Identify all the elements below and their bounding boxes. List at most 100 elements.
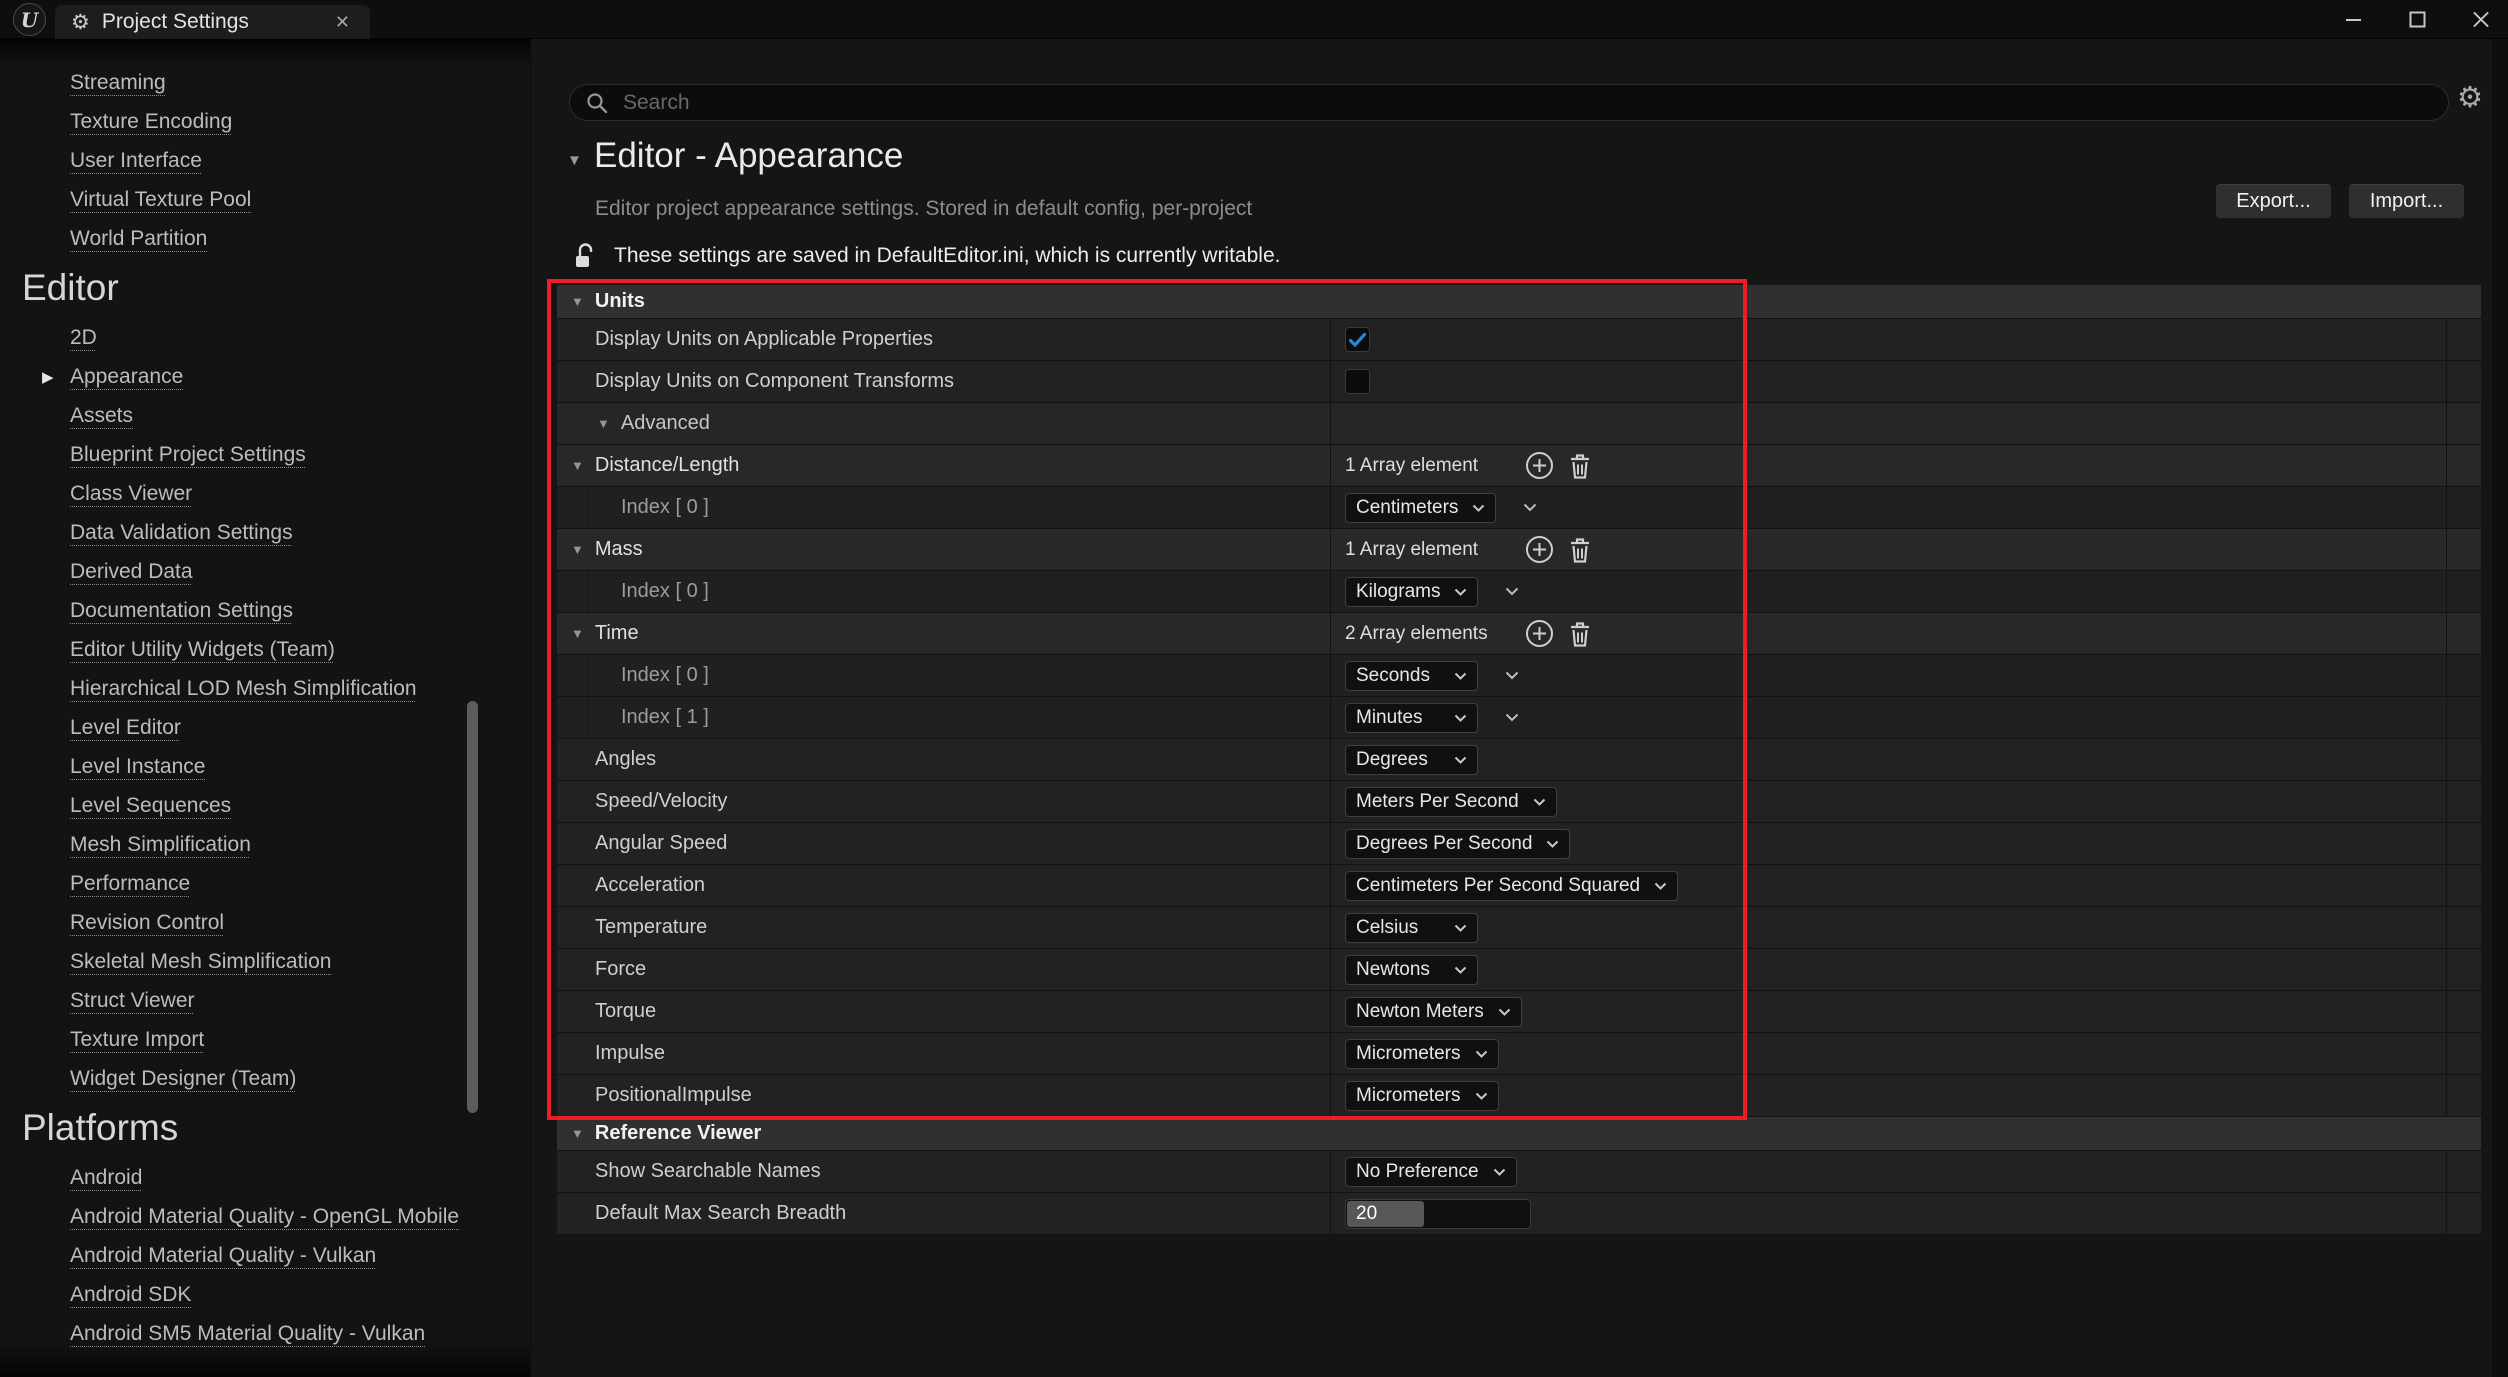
- unit-dropdown[interactable]: Seconds: [1345, 661, 1478, 691]
- sidebar-item-performance[interactable]: Performance: [0, 864, 530, 903]
- unit-dropdown[interactable]: Celsius: [1345, 913, 1478, 943]
- sidebar-item-documentation-settings[interactable]: Documentation Settings: [0, 591, 530, 630]
- setting-row-display-units-applicable: Display Units on Applicable Properties: [557, 319, 2481, 361]
- sidebar-item-data-validation-settings[interactable]: Data Validation Settings: [0, 513, 530, 552]
- settings-main-panel: ⚙ ▼ Editor - Appearance Editor project a…: [530, 39, 2508, 1377]
- sidebar-item-revision-control[interactable]: Revision Control: [0, 903, 530, 942]
- title-bar: U ⚙ Project Settings ✕: [0, 0, 2508, 39]
- project-settings-icon: ⚙: [71, 12, 90, 33]
- element-options-dropdown-icon[interactable]: [1523, 503, 1537, 512]
- sidebar-item-level-editor[interactable]: Level Editor: [0, 708, 530, 747]
- chevron-down-icon: [1454, 588, 1467, 596]
- sidebar-item-streaming[interactable]: Streaming: [0, 63, 530, 102]
- checkbox-unchecked[interactable]: [1345, 369, 1370, 394]
- unit-dropdown[interactable]: Minutes: [1345, 703, 1478, 733]
- array-label: Distance/Length: [595, 454, 740, 477]
- settings-gear-icon[interactable]: ⚙: [2457, 84, 2483, 113]
- sidebar-scrollbar-thumb[interactable]: [467, 701, 478, 1113]
- unit-dropdown[interactable]: Centimeters Per Second Squared: [1345, 871, 1678, 901]
- tab-close-icon[interactable]: ✕: [331, 12, 354, 33]
- sidebar-item-mesh-simplification[interactable]: Mesh Simplification: [0, 825, 530, 864]
- delete-elements-icon[interactable]: [1568, 452, 1592, 480]
- sidebar-item-struct-viewer[interactable]: Struct Viewer: [0, 981, 530, 1020]
- sidebar-item-android[interactable]: Android: [0, 1158, 530, 1197]
- sidebar-item-level-sequences[interactable]: Level Sequences: [0, 786, 530, 825]
- sidebar-item-assets[interactable]: Assets: [0, 396, 530, 435]
- array-count: 1 Array element: [1345, 455, 1525, 477]
- sidebar-item-texture-import[interactable]: Texture Import: [0, 1020, 530, 1059]
- sidebar-item-android-sm5-material-quality-vulkan[interactable]: Android SM5 Material Quality - Vulkan: [0, 1314, 530, 1353]
- collapse-triangle-icon[interactable]: ▼: [571, 458, 584, 473]
- window-controls: [2344, 0, 2490, 39]
- import-button[interactable]: Import...: [2348, 183, 2465, 219]
- element-options-dropdown-icon[interactable]: [1505, 671, 1519, 680]
- unit-dropdown[interactable]: Newtons: [1345, 955, 1478, 985]
- unit-dropdown[interactable]: Kilograms: [1345, 577, 1478, 607]
- collapse-triangle-icon[interactable]: ▼: [571, 1126, 584, 1141]
- sidebar-item-hierarchical-lod-mesh-simplification[interactable]: Hierarchical LOD Mesh Simplification: [0, 669, 530, 708]
- subsection-row-advanced[interactable]: ▼ Advanced: [557, 403, 2481, 445]
- setting-label: Force: [595, 958, 646, 981]
- add-element-icon[interactable]: [1525, 535, 1554, 564]
- setting-label: Torque: [595, 1000, 656, 1023]
- unit-dropdown[interactable]: Newton Meters: [1345, 997, 1522, 1027]
- sidebar-item-android-sdk[interactable]: Android SDK: [0, 1275, 530, 1314]
- setting-label: Default Max Search Breadth: [595, 1202, 846, 1225]
- collapse-triangle-icon[interactable]: ▼: [571, 294, 584, 309]
- unreal-engine-logo-icon: U: [13, 3, 46, 36]
- sidebar-item-derived-data[interactable]: Derived Data: [0, 552, 530, 591]
- sidebar-item-widget-designer[interactable]: Widget Designer (Team): [0, 1059, 530, 1098]
- sidebar-item-skeletal-mesh-simplification[interactable]: Skeletal Mesh Simplification: [0, 942, 530, 981]
- sidebar-item-level-instance[interactable]: Level Instance: [0, 747, 530, 786]
- search-input[interactable]: [621, 90, 2433, 116]
- collapse-triangle-icon[interactable]: ▼: [571, 626, 584, 641]
- sidebar-item-appearance[interactable]: ▶ Appearance: [0, 357, 530, 396]
- page-collapse-caret-icon[interactable]: ▼: [567, 152, 582, 169]
- sidebar-item-virtual-texture-pool[interactable]: Virtual Texture Pool: [0, 180, 530, 219]
- setting-row-acceleration: Acceleration Centimeters Per Second Squa…: [557, 865, 2481, 907]
- tab-project-settings[interactable]: ⚙ Project Settings ✕: [55, 5, 370, 39]
- collapse-triangle-icon[interactable]: ▼: [597, 416, 610, 431]
- sidebar-item-world-partition[interactable]: World Partition: [0, 219, 530, 258]
- sidebar-item-class-viewer[interactable]: Class Viewer: [0, 474, 530, 513]
- delete-elements-icon[interactable]: [1568, 536, 1592, 564]
- unit-dropdown[interactable]: Degrees: [1345, 745, 1478, 775]
- sidebar-item-editor-utility-widgets[interactable]: Editor Utility Widgets (Team): [0, 630, 530, 669]
- search-bar[interactable]: [569, 84, 2449, 121]
- sidebar-item-texture-encoding[interactable]: Texture Encoding: [0, 102, 530, 141]
- sidebar-item-android-material-quality-opengl[interactable]: Android Material Quality - OpenGL Mobile: [0, 1197, 530, 1236]
- checkbox-checked[interactable]: [1345, 327, 1370, 352]
- unit-dropdown[interactable]: Micrometers: [1345, 1039, 1499, 1069]
- sidebar-item-user-interface[interactable]: User Interface: [0, 141, 530, 180]
- add-element-icon[interactable]: [1525, 451, 1554, 480]
- sidebar-item-android-material-quality-vulkan[interactable]: Android Material Quality - Vulkan: [0, 1236, 530, 1275]
- setting-row-speed-velocity: Speed/Velocity Meters Per Second: [557, 781, 2481, 823]
- element-options-dropdown-icon[interactable]: [1505, 587, 1519, 596]
- chevron-down-icon: [1498, 1008, 1511, 1016]
- collapse-triangle-icon[interactable]: ▼: [571, 542, 584, 557]
- setting-label: Show Searchable Names: [595, 1160, 821, 1183]
- delete-elements-icon[interactable]: [1568, 620, 1592, 648]
- export-button[interactable]: Export...: [2215, 183, 2332, 219]
- setting-row-angles: Angles Degrees: [557, 739, 2481, 781]
- unit-dropdown[interactable]: Meters Per Second: [1345, 787, 1557, 817]
- unit-dropdown[interactable]: Centimeters: [1345, 493, 1496, 523]
- array-item-row: Index [ 0 ] Kilograms: [557, 571, 2481, 613]
- section-row-units[interactable]: ▼ Units: [557, 285, 2481, 319]
- checkmark-icon: [1349, 333, 1366, 347]
- index-label: Index [ 0 ]: [621, 496, 709, 519]
- unit-dropdown[interactable]: Degrees Per Second: [1345, 829, 1570, 859]
- setting-label: Display Units on Applicable Properties: [595, 328, 933, 351]
- setting-label: Speed/Velocity: [595, 790, 727, 813]
- sidebar-item-blueprint-project-settings[interactable]: Blueprint Project Settings: [0, 435, 530, 474]
- maximize-button[interactable]: [2408, 11, 2426, 29]
- preference-dropdown[interactable]: No Preference: [1345, 1157, 1517, 1187]
- section-row-reference-viewer[interactable]: ▼ Reference Viewer: [557, 1117, 2481, 1151]
- numeric-spinbox[interactable]: 20: [1345, 1199, 1531, 1229]
- element-options-dropdown-icon[interactable]: [1505, 713, 1519, 722]
- close-button[interactable]: [2472, 11, 2490, 29]
- unit-dropdown[interactable]: Micrometers: [1345, 1081, 1499, 1111]
- sidebar-item-2d[interactable]: 2D: [0, 318, 530, 357]
- minimize-button[interactable]: [2344, 11, 2362, 29]
- add-element-icon[interactable]: [1525, 619, 1554, 648]
